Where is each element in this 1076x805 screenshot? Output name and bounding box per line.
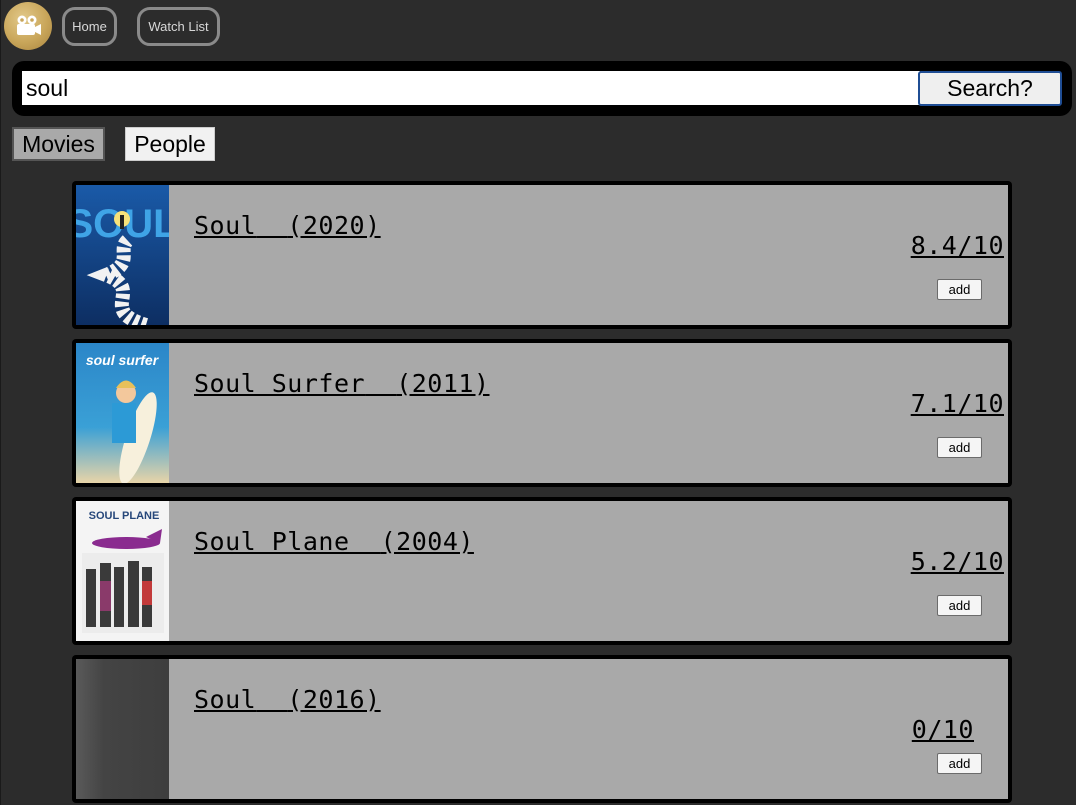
movie-poster[interactable] — [76, 659, 169, 799]
movie-title: Soul Plane — [194, 527, 350, 556]
search-button[interactable]: Search? — [918, 71, 1062, 106]
movie-title: Soul — [194, 211, 257, 240]
poster-title: soul surfer — [86, 352, 160, 368]
poster-image: SOUL PLANE — [76, 501, 169, 641]
add-button[interactable]: add — [937, 437, 982, 458]
movie-year: (2016) — [287, 685, 381, 714]
movie-year: (2020) — [287, 211, 381, 240]
movie-card: SOUL Soul (2020) 8.4/10 add — [72, 181, 1012, 329]
movie-title-link[interactable]: Soul (2016) — [194, 685, 381, 714]
search-input[interactable] — [22, 71, 920, 105]
movie-title: Soul Surfer — [194, 369, 366, 398]
movie-year: (2004) — [380, 527, 474, 556]
add-button[interactable]: add — [937, 595, 982, 616]
movie-year: (2011) — [396, 369, 490, 398]
watch-list-button[interactable]: Watch List — [137, 7, 220, 46]
poster-placeholder — [76, 659, 169, 799]
movie-title-link[interactable]: Soul (2020) — [194, 211, 381, 240]
poster-image: SOUL — [76, 185, 169, 325]
poster-title: SOUL PLANE — [89, 510, 160, 522]
movie-card: Soul (2016) 0/10 add — [72, 655, 1012, 803]
movie-rating: 5.2/10 — [910, 547, 1004, 576]
movie-rating: 8.4/10 — [910, 231, 1004, 260]
poster-image: soul surfer — [76, 343, 169, 483]
movie-card: SOUL PLANE Soul Plane (2004) 5.2/10 add — [72, 497, 1012, 645]
movie-rating: 7.1/10 — [910, 389, 1004, 418]
movie-poster[interactable]: soul surfer — [76, 343, 169, 483]
movie-poster[interactable]: SOUL — [76, 185, 169, 325]
movie-card: soul surfer Soul Surfer (2011) 7.1/10 ad… — [72, 339, 1012, 487]
tab-movies[interactable]: Movies — [12, 127, 105, 161]
movie-title-link[interactable]: Soul Plane (2004) — [194, 527, 474, 556]
search-bar: Search? — [12, 61, 1072, 116]
movie-poster[interactable]: SOUL PLANE — [76, 501, 169, 641]
logo[interactable] — [4, 2, 52, 50]
movie-title: Soul — [194, 685, 257, 714]
film-camera-icon — [17, 15, 41, 35]
movie-title-link[interactable]: Soul Surfer (2011) — [194, 369, 490, 398]
movie-rating: 0/10 — [911, 715, 974, 744]
add-button[interactable]: add — [937, 279, 982, 300]
home-button[interactable]: Home — [62, 7, 117, 46]
add-button[interactable]: add — [937, 753, 982, 774]
tab-people[interactable]: People — [125, 127, 215, 161]
